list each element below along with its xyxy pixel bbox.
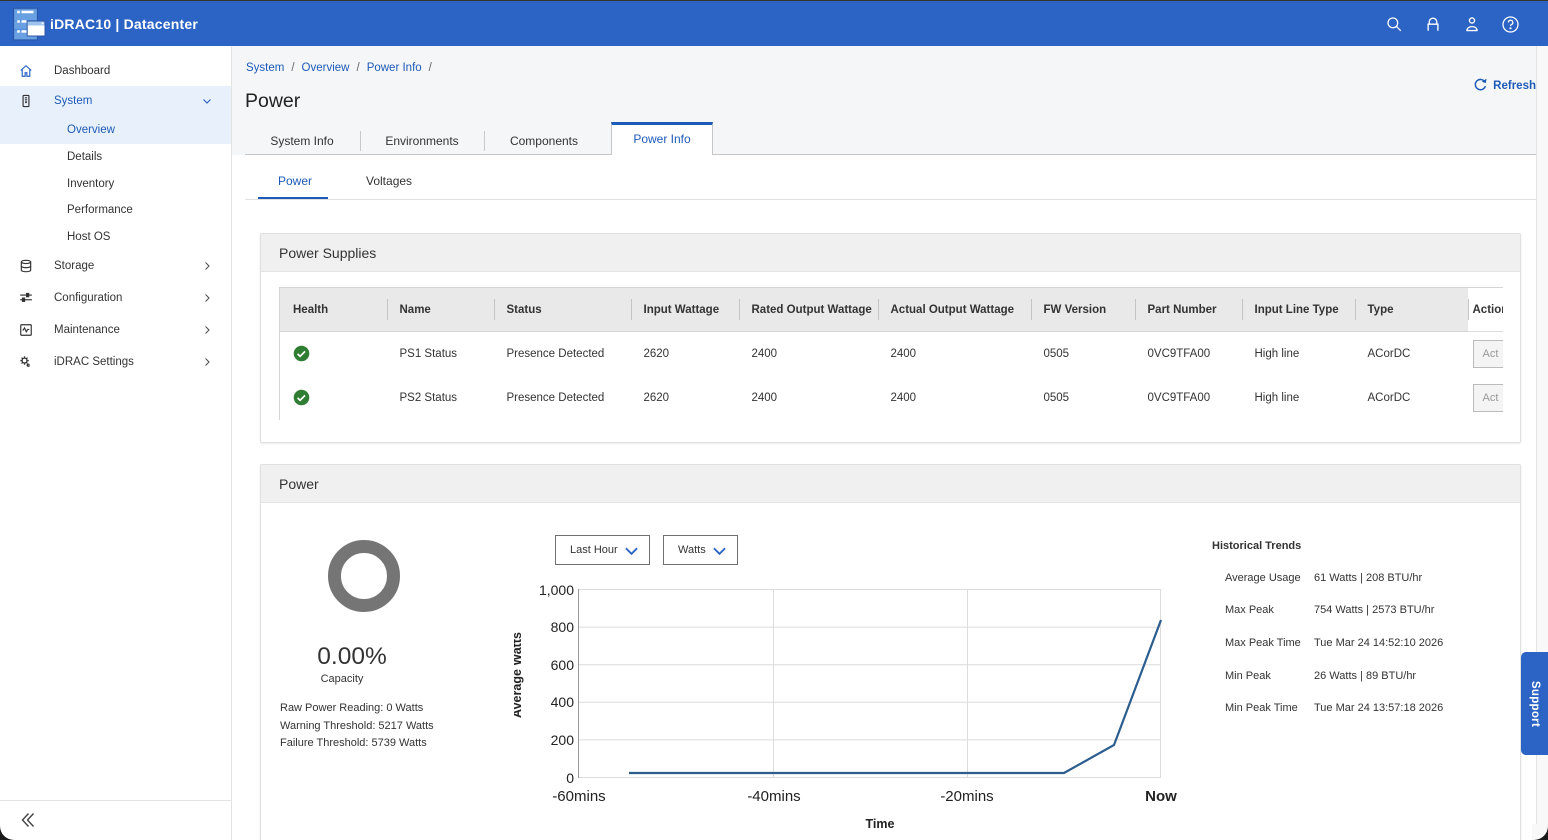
svg-text:1,000: 1,000: [539, 582, 574, 598]
svg-text:-60mins: -60mins: [552, 788, 605, 805]
svg-text:-40mins: -40mins: [747, 788, 800, 805]
svg-text:Average Watts: Average Watts: [514, 632, 524, 718]
svg-text:Now: Now: [1145, 788, 1177, 805]
svg-text:0: 0: [566, 770, 574, 786]
svg-text:800: 800: [551, 619, 575, 635]
svg-text:400: 400: [551, 694, 575, 710]
svg-text:-20mins: -20mins: [940, 788, 993, 805]
svg-text:200: 200: [551, 732, 575, 748]
svg-text:Time: Time: [866, 817, 895, 831]
svg-text:600: 600: [551, 657, 575, 673]
